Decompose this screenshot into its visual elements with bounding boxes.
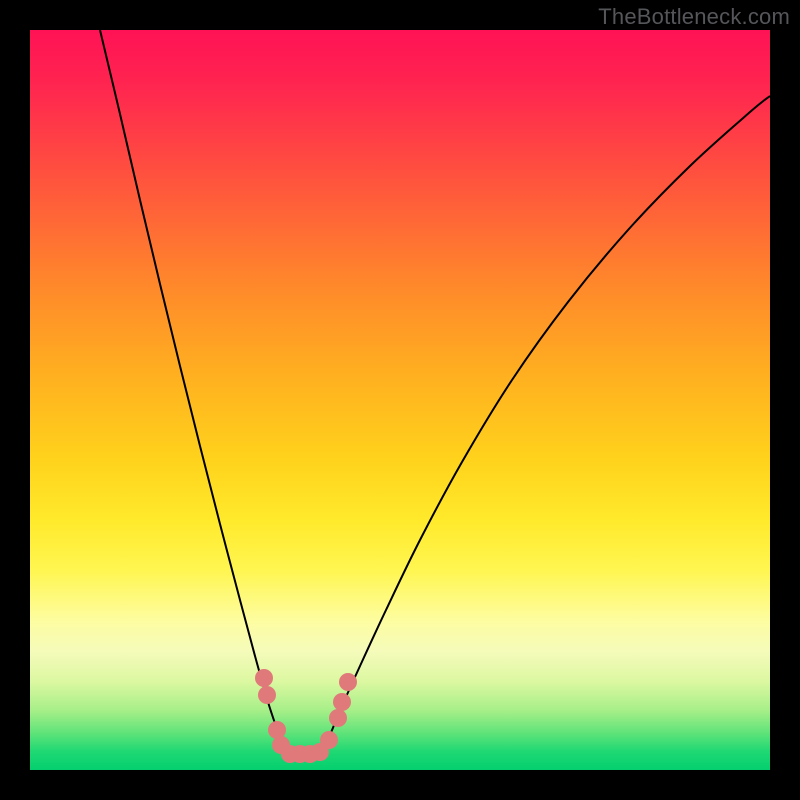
left-curve <box>100 30 286 754</box>
watermark-text: TheBottleneck.com <box>598 4 790 30</box>
curve-layer <box>30 30 770 770</box>
right-curve <box>322 96 770 754</box>
marker-dot <box>320 731 338 749</box>
marker-dot <box>339 673 357 691</box>
marker-dot <box>255 669 273 687</box>
marker-dot <box>329 709 347 727</box>
marker-dot <box>258 686 276 704</box>
chart-frame: TheBottleneck.com <box>0 0 800 800</box>
marker-dot <box>333 693 351 711</box>
markers-group <box>255 669 357 763</box>
plot-area <box>30 30 770 770</box>
